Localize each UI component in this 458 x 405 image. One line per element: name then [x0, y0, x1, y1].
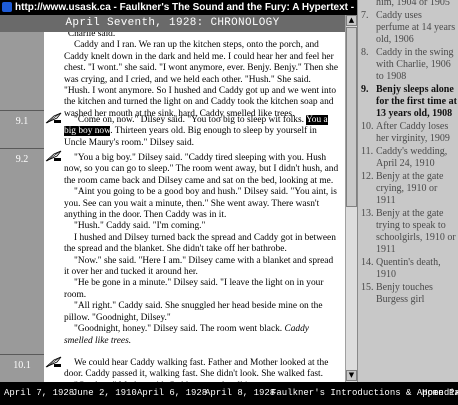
quill-pen-icon[interactable]	[45, 112, 63, 124]
event-text: Benjy touches Burgess girl	[376, 282, 433, 305]
paragraph: Caddy and I ran. We ran up the kitchen s…	[64, 40, 339, 120]
event-number: 15.	[361, 282, 374, 293]
nav-link-april-7[interactable]: April 7, 1928	[4, 382, 74, 405]
section-block-9-2: "You a big boy." Dilsey said. "Caddy tir…	[64, 153, 339, 347]
event-number: 10.	[361, 121, 374, 132]
event-number: 11.	[361, 146, 374, 157]
scroll-up-icon[interactable]: ▲	[346, 15, 357, 26]
event-text: him, 1904 or 1905	[376, 0, 450, 8]
gutter-block-10-1: 10.1	[0, 354, 44, 382]
event-item[interactable]: 14. Quentin's death, 1910	[361, 257, 457, 281]
section-label: 9.1	[15, 116, 29, 127]
event-item[interactable]: 15. Benjy touches Burgess girl	[361, 282, 457, 306]
paragraph: "Now." she said. "Here I am." Dilsey cam…	[64, 256, 339, 279]
paragraph: "You a big boy." Dilsey said. "Caddy tir…	[64, 153, 339, 187]
event-text: Benjy at the gate crying, 1910 or 1911	[376, 171, 444, 206]
text-run: "Charlie said.	[64, 32, 116, 39]
chronology-text: "Charlie said. Caddy and I ran. We ran up…	[64, 32, 345, 382]
event-text: Quentin's death, 1910	[376, 257, 441, 280]
paragraph: "Come on, now." Dilsey said. "You too bi…	[64, 115, 339, 149]
nav-link-june-2[interactable]: June 2, 1910	[72, 382, 137, 405]
text-run: "Hush." Caddy said. "I'm coming."	[74, 221, 206, 232]
event-item[interactable]: 12. Benjy at the gate crying, 1910 or 191…	[361, 171, 457, 207]
internet-explorer-icon	[2, 2, 12, 12]
section-block: "Charlie said. Caddy and I ran. We ran up…	[64, 32, 339, 120]
event-item[interactable]: 13. Benjy at the gate trying to speak to …	[361, 208, 457, 256]
text-run: We could hear Caddy walking fast. Father…	[64, 358, 329, 380]
text-run: "He be gone in a minute." Dilsey said. "…	[64, 278, 324, 300]
event-item[interactable]: him, 1904 or 1905	[361, 0, 457, 9]
event-text: Caddy in the swing with Charlie, 1906 to…	[376, 47, 454, 82]
event-item[interactable]: 9. Benjy sleeps alone for the first time …	[361, 84, 457, 120]
quill-pen-icon[interactable]	[45, 356, 63, 368]
event-item[interactable]: 7. Caddy uses perfume at 14 years old, 19…	[361, 10, 457, 46]
paragraph: "Charlie said.	[64, 32, 339, 40]
scroll-down-icon[interactable]: ▼	[346, 370, 357, 381]
section-label: 9.2	[15, 154, 29, 165]
event-number: 8.	[361, 47, 369, 58]
text-run: I hushed and Dilsey turned back the spre…	[64, 232, 336, 255]
event-text: Caddy's wedding, April 24, 1910	[376, 146, 448, 169]
scroll-thumb[interactable]	[346, 27, 357, 207]
text-run: "Aint you going to be a good boy and hus…	[64, 187, 337, 221]
paragraph: "Aint you going to be a good boy and hus…	[64, 187, 339, 221]
event-number: 14.	[361, 257, 374, 268]
event-text: Benjy sleeps alone for the first time at…	[376, 84, 457, 119]
vertical-scrollbar[interactable]: ▲ ▼	[345, 15, 357, 382]
paragraph: "Hush." Caddy said. "I'm coming."	[64, 221, 339, 232]
nav-link-april-6[interactable]: April 6, 1928	[137, 382, 207, 405]
paragraph: "Goodnight, honey." Dilsey said. The roo…	[64, 324, 339, 347]
event-item[interactable]: 10. After Caddy loses her virginity, 1909	[361, 121, 457, 145]
text-run: "Goodnight, honey." Dilsey said. The roo…	[74, 324, 285, 335]
text-run: "Come on, now." Dilsey said. "You too bi…	[74, 115, 306, 125]
event-item[interactable]: 11. Caddy's wedding, April 24, 1910	[361, 146, 457, 170]
chronology-frame: April Seventh, 1928: CHRONOLOGY 9.1 9.2 …	[0, 15, 345, 382]
section-block-10-1: We could hear Caddy walking fast. Father…	[64, 358, 339, 382]
nav-link-home[interactable]: Home Page	[422, 382, 458, 405]
event-list: him, 1904 or 1905 7. Caddy uses perfume at…	[361, 0, 457, 307]
event-number: 7.	[361, 10, 369, 21]
text-run: "You a big boy." Dilsey said. "Caddy tir…	[64, 153, 339, 186]
gutter-block-9-1: 9.1	[0, 110, 44, 148]
text-run: "All right." Caddy said. She snuggled he…	[64, 301, 323, 323]
event-text: Benjy at the gate trying to speak to sch…	[376, 208, 456, 255]
quill-pen-icon[interactable]	[45, 150, 63, 162]
event-text: After Caddy loses her virginity, 1909	[376, 121, 450, 144]
event-list-frame: him, 1904 or 1905 7. Caddy uses perfume at…	[357, 0, 458, 382]
chronology-header: April Seventh, 1928: CHRONOLOGY	[0, 15, 345, 32]
nav-link-april-8[interactable]: April 8, 1928	[205, 382, 275, 405]
gutter-block	[0, 32, 44, 110]
bottom-nav: April 7, 1928 June 2, 1910 April 6, 1928…	[0, 382, 458, 405]
section-block-9-1: "Come on, now." Dilsey said. "You too bi…	[64, 115, 339, 149]
text-run: Caddy and I ran. We ran up the kitchen s…	[64, 40, 339, 119]
event-text: Caddy uses perfume at 14 years old, 1906	[376, 10, 456, 45]
paragraph: I hushed and Dilsey turned back the spre…	[64, 233, 339, 256]
event-number: 13.	[361, 208, 374, 219]
section-label: 10.1	[13, 360, 31, 371]
paragraph: "He be gone in a minute." Dilsey said. "…	[64, 278, 339, 301]
event-number: 12.	[361, 171, 374, 182]
event-number: 9.	[361, 84, 369, 95]
paragraph: "All right." Caddy said. She snuggled he…	[64, 301, 339, 324]
event-item[interactable]: 8. Caddy in the swing with Charlie, 1906 …	[361, 47, 457, 83]
gutter-block-9-2: 9.2	[0, 148, 44, 354]
paragraph: We could hear Caddy walking fast. Father…	[64, 358, 339, 381]
text-run: "Now." she said. "Here I am." Dilsey cam…	[64, 255, 334, 278]
section-gutter: 9.1 9.2 10.1	[0, 32, 44, 382]
